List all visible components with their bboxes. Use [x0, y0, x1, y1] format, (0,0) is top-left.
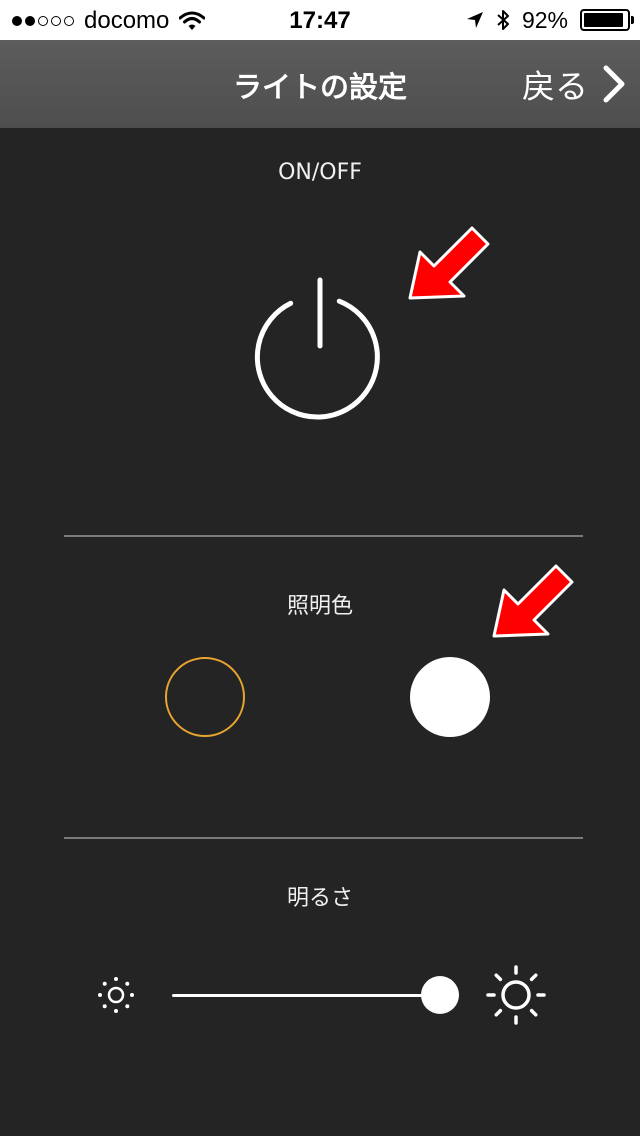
battery-percent: 92% — [521, 6, 568, 33]
annotation-arrow-icon — [492, 564, 574, 638]
back-button[interactable]: 戻る — [522, 40, 626, 128]
brightness-slider[interactable] — [172, 975, 466, 1015]
chevron-right-icon — [603, 65, 625, 103]
color-option-warm[interactable] — [165, 657, 245, 737]
slider-thumb[interactable] — [420, 976, 459, 1014]
location-arrow-icon — [466, 12, 483, 28]
power-icon — [254, 277, 380, 420]
section-divider — [64, 837, 583, 839]
power-button[interactable] — [246, 265, 396, 430]
navigation-bar: ライトの設定 戻る — [0, 40, 640, 128]
slider-track — [172, 994, 440, 997]
battery-icon — [580, 9, 634, 31]
brightness-section-title: 明るさ — [286, 886, 353, 911]
section-divider — [64, 535, 583, 537]
sun-small-icon — [98, 977, 134, 1013]
bluetooth-icon — [497, 10, 509, 30]
power-section-title: ON/OFF — [278, 160, 362, 185]
battery-level-fill — [584, 13, 623, 27]
sun-large-icon — [486, 965, 546, 1025]
status-bar: docomo 17:47 92% — [0, 0, 640, 40]
back-button-label: 戻る — [522, 67, 588, 106]
color-option-white[interactable] — [410, 657, 490, 737]
annotation-arrow-icon — [408, 226, 490, 300]
